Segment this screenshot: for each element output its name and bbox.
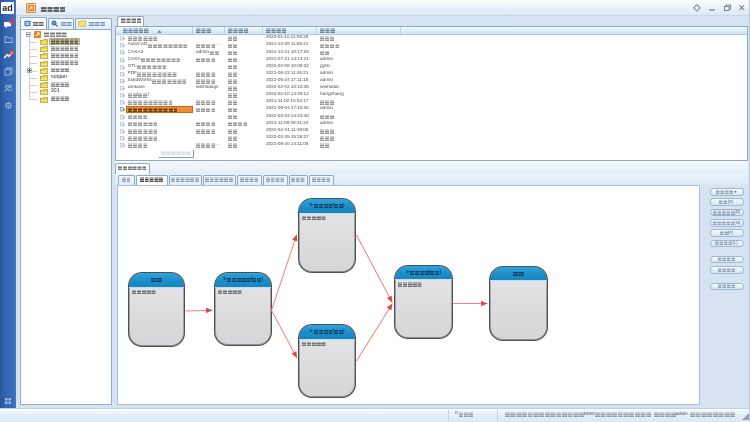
svg-text:5: 5	[11, 51, 13, 55]
